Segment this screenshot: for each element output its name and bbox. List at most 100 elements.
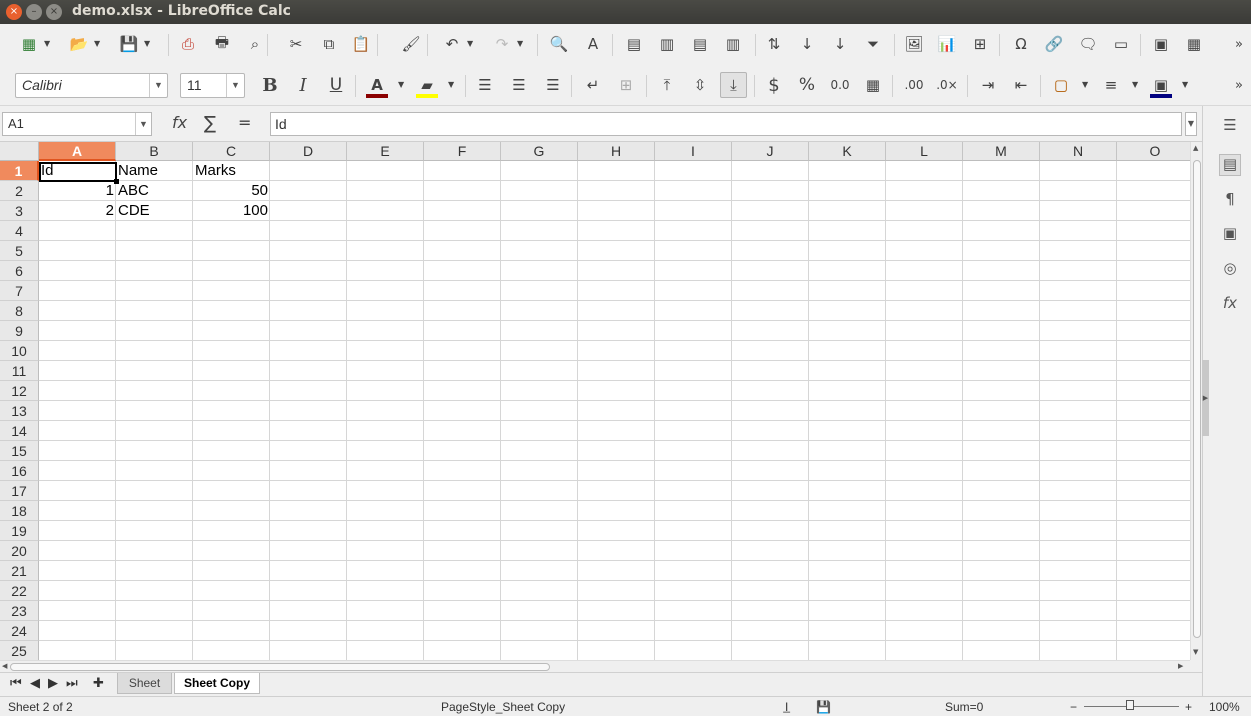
zoom-out-icon[interactable]: − <box>1070 698 1077 716</box>
row-header-11[interactable]: 11 <box>0 361 39 381</box>
spreadsheet-grid[interactable]: ABCDEFGHIJKLMNO 1 2 3 4 5 6 7 8 9 10 11 12 13 14 15 16 1… <box>0 142 1190 660</box>
styles-icon[interactable]: ¶ <box>1219 190 1241 212</box>
bold-button[interactable]: B <box>259 74 281 96</box>
row-header-16[interactable]: 16 <box>0 461 39 481</box>
previous-sheet-icon[interactable]: ◀ <box>30 676 40 691</box>
first-sheet-icon[interactable]: ⏮ <box>10 676 22 691</box>
vertical-scrollbar[interactable]: ▲ ▼ <box>1190 142 1202 660</box>
toolbar-overflow-icon[interactable]: » <box>1228 74 1250 96</box>
chevron-down-icon[interactable]: ▼ <box>149 74 167 97</box>
column-header-h[interactable]: H <box>578 142 655 161</box>
wrap-text-icon[interactable]: ↵ <box>582 74 604 96</box>
cut-icon[interactable]: ✂ <box>285 33 307 55</box>
merge-cells-icon[interactable]: ⊞ <box>615 74 637 96</box>
freeze-rows-columns-icon[interactable]: ▦ <box>1183 33 1205 55</box>
cell-c2[interactable]: 50 <box>193 181 270 201</box>
chevron-down-icon[interactable]: ▼ <box>1082 81 1090 89</box>
sum-icon[interactable]: ∑ <box>204 113 216 134</box>
special-character-icon[interactable]: Ω <box>1010 33 1032 55</box>
row-header-25[interactable]: 25 <box>0 641 39 660</box>
chevron-down-icon[interactable]: ▼ <box>467 40 475 48</box>
cell-c1[interactable]: Marks <box>193 161 270 181</box>
sheet-tab-sheet[interactable]: Sheet <box>117 673 172 694</box>
sidebar-collapse-handle[interactable]: ▶ <box>1202 360 1209 436</box>
row-header-19[interactable]: 19 <box>0 521 39 541</box>
row-header-24[interactable]: 24 <box>0 621 39 641</box>
open-icon[interactable]: 📂 <box>68 33 90 55</box>
row-header-13[interactable]: 13 <box>0 401 39 421</box>
scroll-left-icon[interactable]: ◀ <box>2 662 7 670</box>
column-header-l[interactable]: L <box>886 142 963 161</box>
column-header-f[interactable]: F <box>424 142 501 161</box>
print-icon[interactable]: 🖶 <box>211 33 233 55</box>
row-header-10[interactable]: 10 <box>0 341 39 361</box>
column-header-m[interactable]: M <box>963 142 1040 161</box>
scroll-right-icon[interactable]: ▶ <box>1178 662 1183 670</box>
delete-column-icon[interactable]: ▥ <box>722 33 744 55</box>
column-header-k[interactable]: K <box>809 142 886 161</box>
row-header-9[interactable]: 9 <box>0 321 39 341</box>
date-format-icon[interactable]: ▦ <box>862 74 884 96</box>
find-replace-icon[interactable]: 🔍 <box>548 33 570 55</box>
align-bottom-icon[interactable]: ⤓ <box>720 72 747 98</box>
gallery-icon[interactable]: ▣ <box>1219 224 1241 246</box>
row-header-5[interactable]: 5 <box>0 241 39 261</box>
row-header-8[interactable]: 8 <box>0 301 39 321</box>
align-left-icon[interactable]: ☰ <box>474 74 496 96</box>
row-header-20[interactable]: 20 <box>0 541 39 561</box>
save-icon[interactable]: 💾 <box>118 33 140 55</box>
row-header-7[interactable]: 7 <box>0 281 39 301</box>
row-header-14[interactable]: 14 <box>0 421 39 441</box>
column-header-g[interactable]: G <box>501 142 578 161</box>
decrease-indent-icon[interactable]: ⇤ <box>1010 74 1032 96</box>
column-icon[interactable]: ▥ <box>656 33 678 55</box>
sidebar-settings-icon[interactable]: ☰ <box>1219 116 1241 138</box>
percent-format-icon[interactable]: % <box>796 74 818 96</box>
undo-icon[interactable]: ↶ <box>441 33 463 55</box>
font-color-button[interactable]: A <box>366 74 388 98</box>
print-preview-icon[interactable]: ⌕ <box>244 33 266 55</box>
row-icon[interactable]: ▤ <box>623 33 645 55</box>
formula-input[interactable]: Id <box>270 112 1182 136</box>
autofilter-icon[interactable]: ⏷ <box>862 33 884 55</box>
headers-footers-icon[interactable]: ▭ <box>1110 33 1132 55</box>
zoom-level[interactable]: 100% <box>1209 698 1240 716</box>
column-header-o[interactable]: O <box>1117 142 1190 161</box>
align-center-icon[interactable]: ☰ <box>508 74 530 96</box>
column-header-a[interactable]: A <box>39 142 116 161</box>
row-header-17[interactable]: 17 <box>0 481 39 501</box>
delete-row-icon[interactable]: ▤ <box>689 33 711 55</box>
column-header-b[interactable]: B <box>116 142 193 161</box>
column-header-i[interactable]: I <box>655 142 732 161</box>
cell-b3[interactable]: CDE <box>116 201 193 221</box>
export-pdf-icon[interactable]: ⎙ <box>177 33 199 55</box>
document-modified-icon[interactable]: 💾 <box>816 698 831 716</box>
scroll-down-icon[interactable]: ▼ <box>1193 648 1198 656</box>
chevron-down-icon[interactable]: ▼ <box>94 40 102 48</box>
chevron-down-icon[interactable]: ▼ <box>398 81 406 89</box>
next-sheet-icon[interactable]: ▶ <box>48 676 58 691</box>
paste-icon[interactable]: 📋 <box>350 33 372 55</box>
row-header-22[interactable]: 22 <box>0 581 39 601</box>
zoom-slider-thumb[interactable] <box>1126 700 1134 710</box>
insert-image-icon[interactable]: 🖼 <box>903 33 925 55</box>
horizontal-scrollbar[interactable]: ◀ ▶ <box>0 660 1190 672</box>
align-right-icon[interactable]: ☰ <box>542 74 564 96</box>
row-header-23[interactable]: 23 <box>0 601 39 621</box>
column-header-j[interactable]: J <box>732 142 809 161</box>
chevron-down-icon[interactable]: ▼ <box>135 113 151 135</box>
border-style-icon[interactable]: ≡ <box>1100 74 1122 96</box>
border-color-button[interactable]: ▣ <box>1150 74 1172 98</box>
chevron-down-icon[interactable]: ▼ <box>226 74 244 97</box>
select-all-corner[interactable] <box>0 142 39 161</box>
row-header-3[interactable]: 3 <box>0 201 39 221</box>
horizontal-scroll-thumb[interactable] <box>10 663 550 671</box>
row-header-18[interactable]: 18 <box>0 501 39 521</box>
copy-icon[interactable]: ⧉ <box>318 33 340 55</box>
sort-icon[interactable]: ⇅ <box>763 33 785 55</box>
add-decimal-icon[interactable]: .00 <box>903 74 925 96</box>
cell-a3[interactable]: 2 <box>39 201 116 221</box>
row-header-15[interactable]: 15 <box>0 441 39 461</box>
currency-format-icon[interactable]: $ <box>763 74 785 96</box>
italic-button[interactable]: I <box>292 74 314 96</box>
